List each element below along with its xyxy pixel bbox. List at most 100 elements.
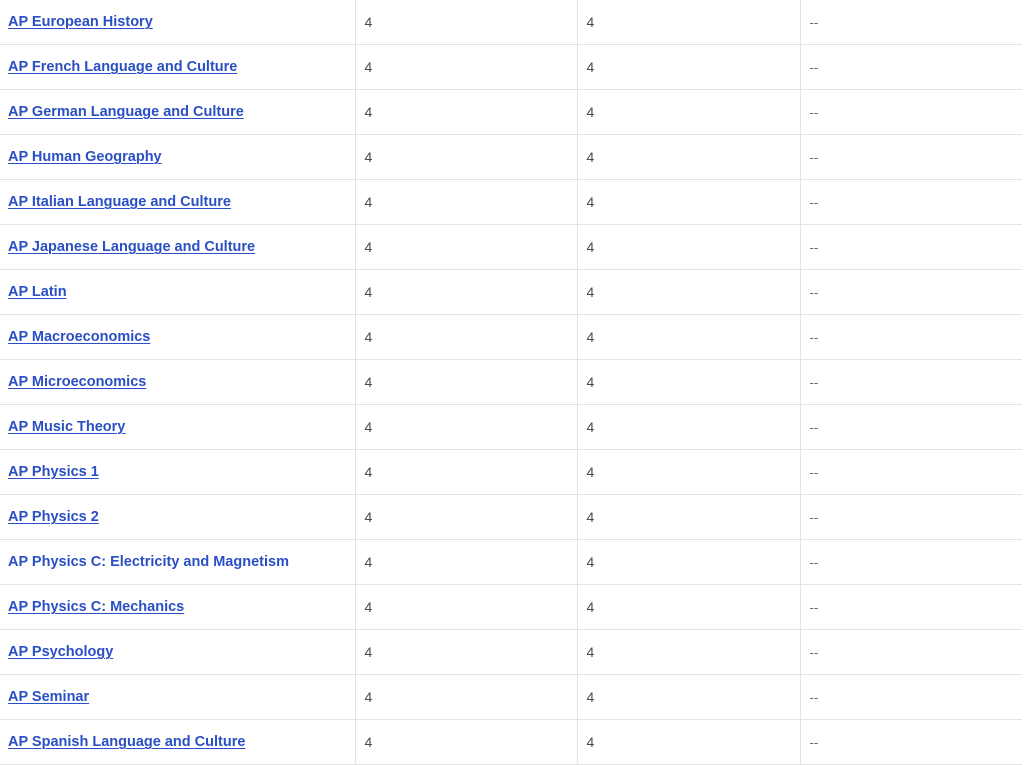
credit-cell: --	[800, 449, 1022, 495]
table-row: AP Latin 4 4 --	[0, 269, 1022, 315]
exam-link[interactable]: AP Italian Language and Culture	[8, 194, 231, 210]
exam-link[interactable]: AP Physics 1	[8, 464, 99, 480]
min-score-value: 4	[364, 463, 373, 480]
score-cell: 4	[577, 134, 801, 180]
min-score-cell: 4	[355, 134, 578, 180]
table-row: AP Physics C: Mechanics 4 4 --	[0, 584, 1022, 630]
table-row: AP Japanese Language and Culture 4 4 --	[0, 224, 1022, 270]
exam-cell: AP Italian Language and Culture	[0, 179, 356, 225]
credit-cell: --	[800, 674, 1022, 720]
min-score-value: 4	[364, 508, 373, 525]
exam-link[interactable]: AP Macroeconomics	[8, 329, 150, 345]
min-score-value: 4	[364, 553, 373, 570]
min-score-value: 4	[364, 733, 373, 750]
exam-cell: AP Physics 1	[0, 449, 356, 495]
exam-cell: AP Latin	[0, 269, 356, 315]
exam-link[interactable]: AP Physics 2	[8, 509, 99, 525]
credit-cell: --	[800, 314, 1022, 360]
exam-link[interactable]: AP Psychology	[8, 644, 113, 660]
credit-cell: --	[800, 269, 1022, 315]
exam-link[interactable]: AP Latin	[8, 284, 67, 300]
exam-link[interactable]: AP Physics C: Electricity and Magnetism	[8, 554, 289, 570]
score-value: 4	[586, 58, 595, 75]
credit-value: --	[809, 239, 819, 255]
credit-value: --	[809, 644, 819, 660]
min-score-value: 4	[364, 283, 373, 300]
exam-link[interactable]: AP Physics C: Mechanics	[8, 599, 184, 615]
credit-value: --	[809, 419, 819, 435]
min-score-value: 4	[364, 688, 373, 705]
exam-link[interactable]: AP Seminar	[8, 689, 89, 705]
exam-link[interactable]: AP Human Geography	[8, 149, 162, 165]
exam-cell: AP Seminar	[0, 674, 356, 720]
exam-link[interactable]: AP German Language and Culture	[8, 104, 244, 120]
score-value: 4	[586, 283, 595, 300]
score-value: 4	[586, 733, 595, 750]
credit-value: --	[809, 599, 819, 615]
credit-cell: --	[800, 134, 1022, 180]
exam-link[interactable]: AP Japanese Language and Culture	[8, 239, 255, 255]
score-value: 4	[586, 463, 595, 480]
min-score-cell: 4	[355, 494, 578, 540]
min-score-value: 4	[364, 58, 373, 75]
min-score-cell: 4	[355, 89, 578, 135]
credit-value: --	[809, 374, 819, 390]
min-score-value: 4	[364, 418, 373, 435]
min-score-value: 4	[364, 103, 373, 120]
min-score-cell: 4	[355, 269, 578, 315]
score-value: 4	[586, 238, 595, 255]
score-cell: 4	[577, 494, 801, 540]
credit-cell: --	[800, 44, 1022, 90]
exam-link[interactable]: AP Microeconomics	[8, 374, 146, 390]
min-score-cell: 4	[355, 0, 578, 45]
score-cell: 4	[577, 449, 801, 495]
exam-link[interactable]: AP Spanish Language and Culture	[8, 734, 245, 750]
exam-cell: AP German Language and Culture	[0, 89, 356, 135]
exam-cell: AP Spanish Language and Culture	[0, 719, 356, 765]
table-row: AP Physics 1 4 4 --	[0, 449, 1022, 495]
credit-cell: --	[800, 224, 1022, 270]
exam-cell: AP Microeconomics	[0, 359, 356, 405]
credit-cell: --	[800, 494, 1022, 540]
score-cell: 4	[577, 314, 801, 360]
score-value: 4	[586, 553, 595, 570]
credit-cell: --	[800, 179, 1022, 225]
min-score-value: 4	[364, 328, 373, 345]
credit-cell: --	[800, 359, 1022, 405]
table-row: AP Macroeconomics 4 4 --	[0, 314, 1022, 360]
score-cell: 4	[577, 89, 801, 135]
min-score-value: 4	[364, 373, 373, 390]
score-cell: 4	[577, 404, 801, 450]
credit-value: --	[809, 734, 819, 750]
exam-cell: AP Physics C: Electricity and Magnetism	[0, 539, 356, 585]
min-score-cell: 4	[355, 629, 578, 675]
table-row: AP Microeconomics 4 4 --	[0, 359, 1022, 405]
score-value: 4	[586, 508, 595, 525]
score-cell: 4	[577, 539, 801, 585]
exam-link[interactable]: AP French Language and Culture	[8, 59, 237, 75]
credit-value: --	[809, 464, 819, 480]
score-cell: 4	[577, 224, 801, 270]
score-cell: 4	[577, 44, 801, 90]
score-cell: 4	[577, 674, 801, 720]
score-cell: 4	[577, 269, 801, 315]
table-row: AP Italian Language and Culture 4 4 --	[0, 179, 1022, 225]
exam-cell: AP Human Geography	[0, 134, 356, 180]
min-score-cell: 4	[355, 179, 578, 225]
exam-link[interactable]: AP Music Theory	[8, 419, 125, 435]
score-cell: 4	[577, 629, 801, 675]
min-score-cell: 4	[355, 404, 578, 450]
min-score-value: 4	[364, 193, 373, 210]
score-value: 4	[586, 688, 595, 705]
min-score-cell: 4	[355, 314, 578, 360]
credit-cell: --	[800, 719, 1022, 765]
min-score-cell: 4	[355, 44, 578, 90]
credit-cell: --	[800, 629, 1022, 675]
table-row: AP Psychology 4 4 --	[0, 629, 1022, 675]
table-row: AP German Language and Culture 4 4 --	[0, 89, 1022, 135]
score-cell: 4	[577, 719, 801, 765]
table-body: AP European History 4 4 -- AP French Lan…	[0, 0, 1022, 765]
min-score-value: 4	[364, 598, 373, 615]
score-value: 4	[586, 643, 595, 660]
exam-link[interactable]: AP European History	[8, 14, 153, 30]
